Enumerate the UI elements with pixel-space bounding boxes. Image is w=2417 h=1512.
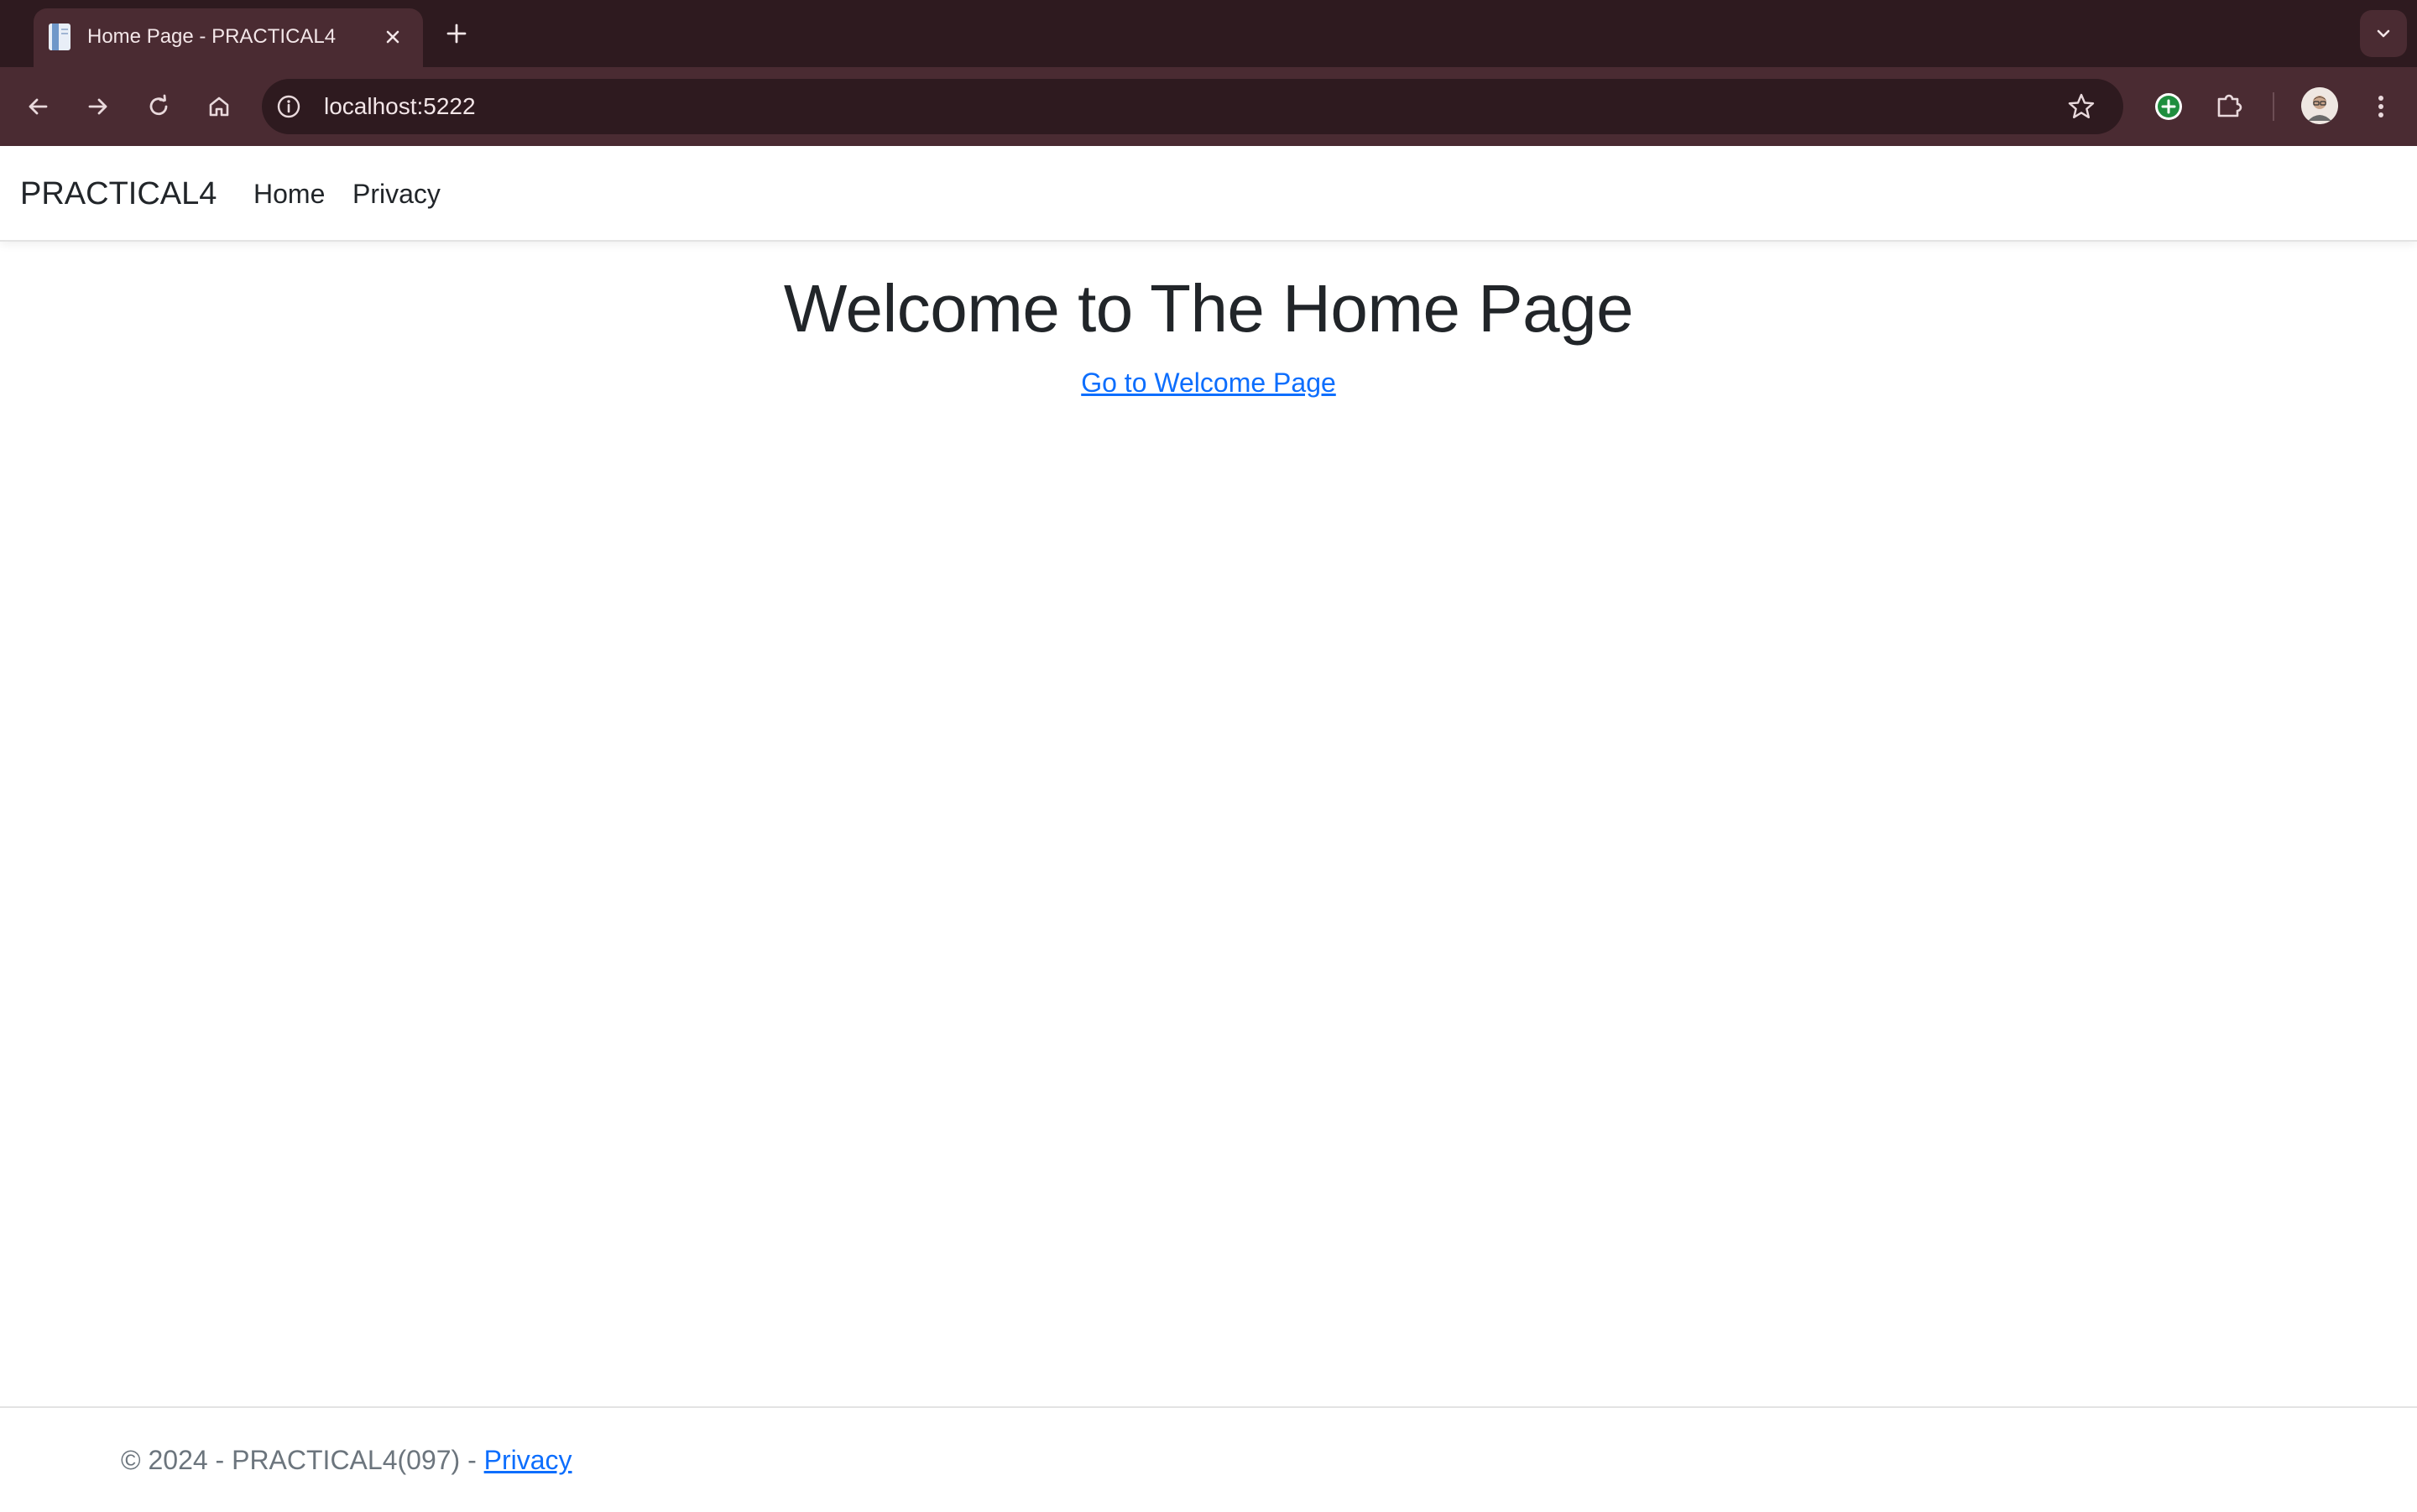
close-icon[interactable] bbox=[379, 23, 406, 50]
toolbar-divider bbox=[2273, 92, 2274, 121]
address-bar[interactable]: localhost:5222 bbox=[262, 79, 2123, 134]
plus-icon[interactable] bbox=[441, 18, 472, 49]
star-icon[interactable] bbox=[2066, 91, 2096, 122]
browser-toolbar: localhost:5222 bbox=[0, 67, 2417, 146]
info-icon[interactable] bbox=[275, 93, 302, 120]
site-footer: © 2024 - PRACTICAL4(097) - Privacy bbox=[0, 1406, 2417, 1512]
chevron-down-icon bbox=[2377, 29, 2390, 38]
go-to-welcome-link[interactable]: Go to Welcome Page bbox=[1081, 368, 1336, 398]
home-icon[interactable] bbox=[198, 86, 240, 128]
welcome-link-container: Go to Welcome Page bbox=[0, 364, 2417, 401]
tab-title: Home Page - PRACTICAL4 bbox=[87, 25, 337, 48]
page-favicon-icon bbox=[47, 22, 76, 52]
url-text[interactable]: localhost:5222 bbox=[324, 90, 476, 123]
tab-strip: Home Page - PRACTICAL4 bbox=[0, 0, 2417, 70]
forward-arrow-icon[interactable] bbox=[77, 86, 119, 128]
site-navbar: PRACTICAL4 Home Privacy bbox=[0, 146, 2417, 242]
footer-copyright: © 2024 - PRACTICAL4(097) - bbox=[121, 1445, 484, 1475]
puzzle-icon[interactable] bbox=[2211, 87, 2249, 126]
browser-chrome: Home Page - PRACTICAL4 localhost:5222 bbox=[0, 0, 2417, 146]
footer-text: © 2024 - PRACTICAL4(097) - Privacy bbox=[121, 1442, 572, 1478]
nav-link-privacy[interactable]: Privacy bbox=[352, 175, 441, 213]
plus-circle-icon[interactable] bbox=[2149, 87, 2188, 126]
avatar[interactable] bbox=[2301, 87, 2338, 124]
navbar-brand[interactable]: PRACTICAL4 bbox=[20, 173, 217, 215]
tab-search-button[interactable] bbox=[2360, 10, 2407, 57]
browser-tab[interactable]: Home Page - PRACTICAL4 bbox=[34, 8, 423, 70]
reload-icon[interactable] bbox=[138, 86, 180, 128]
kebab-menu-icon[interactable] bbox=[2362, 87, 2400, 126]
back-arrow-icon[interactable] bbox=[17, 86, 59, 128]
footer-privacy-link[interactable]: Privacy bbox=[484, 1445, 572, 1475]
page-title: Welcome to The Home Page bbox=[783, 271, 1634, 346]
nav-link-home[interactable]: Home bbox=[253, 175, 325, 213]
